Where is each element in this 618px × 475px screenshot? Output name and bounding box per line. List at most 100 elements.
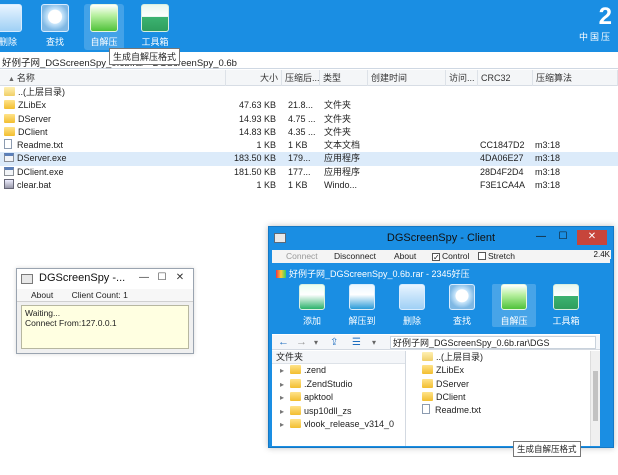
exe-file-icon (4, 166, 14, 176)
folder-icon (422, 365, 433, 375)
folder-icon (4, 100, 15, 110)
col-crc[interactable]: CRC32 (478, 70, 533, 86)
find-label: 查找 (45, 37, 64, 47)
chevron-down-icon[interactable]: ▾ (314, 335, 318, 350)
list-item[interactable]: DClient.exe 181.50 KB 177... 应用程序 28D4F2… (0, 166, 618, 179)
remote-extract-button[interactable]: 解压到 (340, 284, 384, 327)
server-titlebar[interactable]: DGScreenSpy -... — ☐ ✕ (17, 269, 193, 289)
brand-logo: 2 中国压 (578, 3, 612, 43)
server-window-title: DGScreenSpy -... (39, 272, 126, 284)
up-folder-icon[interactable]: ⇪ (330, 335, 338, 350)
list-item[interactable]: DClient 14.83 KB 4.35 ... 文件夹 (0, 126, 618, 139)
list-item[interactable]: ZLibEx (408, 364, 588, 377)
sort-up-icon: ▲ (8, 76, 17, 83)
tools-button[interactable]: 工具箱 (135, 4, 175, 48)
log-line: Waiting... (25, 308, 61, 318)
vertical-scrollbar[interactable] (590, 351, 600, 446)
tree-item[interactable]: .zend (272, 364, 405, 378)
sfx-button[interactable]: 自解压 (84, 4, 124, 50)
path-bar[interactable]: 好例子网_DGScreenSpy_0.6b.rar - DGScreenSpy_… (0, 53, 618, 69)
back-arrow-icon[interactable]: ← (278, 335, 289, 350)
remote-screen[interactable]: 好例子网_DGScreenSpy_0.6b.rar - 2345好压 添加 解压… (272, 264, 600, 446)
menu-connect[interactable]: Connect (286, 250, 318, 263)
minimize-button[interactable]: — (531, 230, 551, 245)
tree-item[interactable]: apktool (272, 391, 405, 405)
menu-about[interactable]: About (31, 290, 53, 300)
client-window: DGScreenSpy - Client — ☐ ✕ Connect Disco… (268, 226, 614, 448)
sfx-label: 自解压 (90, 37, 118, 47)
col-size[interactable]: 大小 (226, 70, 282, 86)
list-item[interactable]: clear.bat 1 KB 1 KB Windo... F3E1CA4A m3… (0, 179, 618, 192)
text-file-icon (422, 404, 430, 415)
folder-icon (290, 392, 301, 401)
checkbox-checked: ✓ (432, 253, 440, 262)
main-toolbar: 删除 查找 自解压 工具箱 2 中国压 (0, 0, 618, 52)
list-item[interactable]: DClient (408, 391, 588, 404)
view-list-icon[interactable]: ☰ (352, 335, 361, 350)
minimize-button[interactable]: — (135, 272, 153, 285)
folder-icon (290, 419, 301, 428)
magnifier-icon (41, 4, 69, 32)
menu-disconnect[interactable]: Disconnect (334, 250, 376, 263)
folder-icon (290, 365, 301, 374)
forward-arrow-icon[interactable]: → (296, 335, 307, 350)
close-button[interactable]: ✕ (171, 272, 189, 285)
menu-about[interactable]: About (394, 250, 416, 263)
remote-navbar: ← → ▾ ⇪ ☰ ▾ 好例子网_DGScreenSpy_0.6b.rar\DG… (272, 335, 600, 350)
remote-path-field[interactable]: 好例子网_DGScreenSpy_0.6b.rar\DGS (390, 336, 596, 349)
chevron-down-icon[interactable]: ▾ (372, 335, 376, 350)
client-titlebar[interactable]: DGScreenSpy - Client — ☐ ✕ (269, 227, 613, 249)
maximize-button[interactable]: ☐ (553, 230, 573, 245)
list-item[interactable]: Readme.txt 1 KB 1 KB 文本文档 CC1847D2 m3:18 (0, 139, 618, 152)
recycle-icon (399, 284, 425, 310)
col-packed[interactable]: 压缩后... (282, 70, 320, 86)
folder-icon (422, 391, 433, 401)
col-type[interactable]: 类型 (320, 70, 368, 86)
remote-find-button[interactable]: 查找 (440, 284, 484, 327)
col-algo[interactable]: 压缩算法 (533, 70, 618, 86)
sfx-tooltip: 生成自解压格式 (109, 48, 181, 65)
scrollbar-thumb[interactable] (593, 371, 598, 421)
list-item[interactable]: DServer (408, 378, 588, 391)
toolbox-icon (553, 284, 579, 310)
list-item-selected[interactable]: DServer.exe 183.50 KB 179... 应用程序 4DA06E… (0, 152, 618, 166)
stretch-checkbox[interactable]: Stretch (478, 250, 515, 263)
delete-button[interactable]: 删除 (0, 4, 28, 48)
tools-label: 工具箱 (141, 37, 169, 47)
folder-icon (290, 405, 301, 415)
close-button[interactable]: ✕ (577, 230, 607, 245)
list-item[interactable]: ZLibEx 47.63 KB 21.8... 文件夹 (0, 99, 618, 112)
folder-up-icon (422, 352, 433, 361)
client-menubar: Connect Disconnect About ✓ Control Stretc… (272, 250, 610, 263)
list-header: ▲ 名称 大小 压缩后... 类型 创建时间 访问... CRC32 压缩算法 (0, 70, 618, 86)
extract-icon (349, 284, 375, 310)
list-item[interactable]: Readme.txt (408, 404, 588, 417)
server-window: DGScreenSpy -... — ☐ ✕ About Client Coun… (16, 268, 194, 354)
remote-sfx-button[interactable]: 自解压 (492, 284, 536, 327)
maximize-button[interactable]: ☐ (153, 272, 171, 285)
control-checkbox[interactable]: ✓ Control (432, 250, 469, 263)
toolbox-icon (141, 4, 169, 32)
add-icon (299, 284, 325, 310)
col-created[interactable]: 创建时间 (368, 70, 446, 86)
tree-item[interactable]: usp10dll_zs (272, 405, 405, 419)
find-button[interactable]: 查找 (35, 4, 75, 48)
remote-tools-button[interactable]: 工具箱 (544, 284, 588, 327)
col-name[interactable]: ▲ 名称 (0, 70, 226, 86)
tree-item[interactable]: .ZendStudio (272, 378, 405, 392)
exe-file-icon (4, 153, 14, 163)
bat-file-icon (4, 179, 14, 190)
col-accessed[interactable]: 访问... (446, 70, 478, 86)
folder-icon (290, 378, 301, 388)
folder-up-icon (4, 87, 15, 96)
remote-add-button[interactable]: 添加 (290, 284, 334, 327)
list-item[interactable]: DServer 14.93 KB 4.75 ... 文件夹 (0, 113, 618, 126)
list-item[interactable]: ..(上层目录) (0, 86, 618, 99)
client-count: Client Count: 1 (71, 290, 128, 300)
remote-delete-button[interactable]: 删除 (390, 284, 434, 327)
tree-item[interactable]: vlook_release_v314_0 (272, 418, 405, 432)
sfx-icon (90, 4, 118, 32)
remote-title: 好例子网_DGScreenSpy_0.6b.rar - 2345好压 (276, 267, 470, 280)
list-item[interactable]: ..(上层目录) (408, 351, 588, 364)
magnifier-icon (449, 284, 475, 310)
